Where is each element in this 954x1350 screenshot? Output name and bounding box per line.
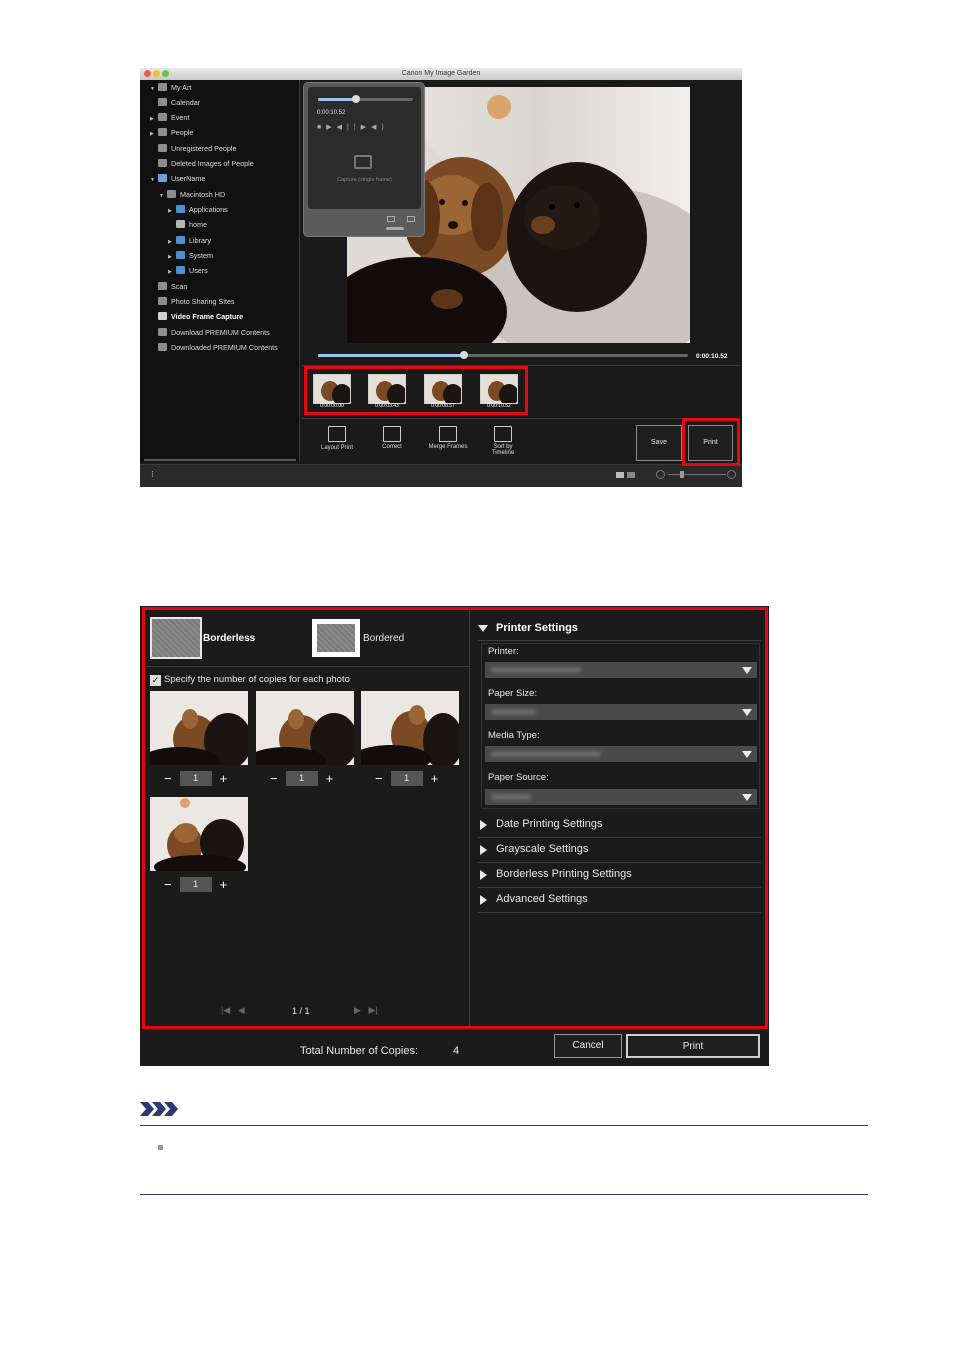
deleted-person-icon — [158, 159, 167, 167]
my-art-icon — [158, 83, 167, 91]
capture-time: 0:00:10.52 — [317, 110, 346, 116]
capture-multi-icon[interactable] — [407, 216, 415, 222]
total-copies-label: Total Number of Copies: — [300, 1045, 418, 1057]
close-window-icon[interactable] — [144, 70, 151, 77]
sidebar-item-unregistered-people[interactable]: Unregistered People — [158, 142, 237, 156]
sidebar-item-system[interactable]: ▶ System — [168, 249, 213, 263]
people-icon — [158, 128, 167, 136]
sidebar-item-video-frame-capture[interactable]: Video Frame Capture — [158, 310, 243, 324]
sidebar-scrollbar[interactable] — [144, 459, 296, 461]
playback-controls: ■▶◀||▶◀) — [317, 123, 389, 131]
sort-timeline-icon — [494, 426, 512, 442]
folder-icon — [176, 205, 185, 213]
sidebar-item-download-premium[interactable]: Download PREMIUM Contents — [158, 326, 270, 340]
zoom-out-icon[interactable] — [656, 470, 665, 479]
dialog-highlight — [142, 607, 768, 1029]
layout-print-button[interactable]: Layout Print — [312, 426, 362, 451]
note-bullet — [158, 1145, 163, 1150]
capture-single-frame-label: Capture (single frame) — [337, 177, 392, 183]
event-icon — [158, 113, 167, 121]
print-button[interactable]: Print — [626, 1034, 760, 1058]
video-seek-bar[interactable] — [318, 351, 688, 359]
sidebar-item-deleted-images[interactable]: Deleted Images of People — [158, 157, 254, 171]
note-icon — [140, 1102, 178, 1116]
correct-button[interactable]: Correct — [367, 426, 417, 450]
sidebar-item-applications[interactable]: ▶ Applications — [168, 203, 228, 217]
status-bar: ⁝ — [140, 464, 742, 487]
folder-icon — [176, 236, 185, 244]
capture-seek-bar[interactable] — [318, 95, 413, 103]
sidebar-item-scan[interactable]: Scan — [158, 280, 187, 294]
sidebar-item-macintosh-hd[interactable]: ▼ Macintosh HD — [159, 188, 225, 202]
window-title: Canon My Image Garden — [401, 70, 481, 77]
hard-drive-icon — [167, 190, 176, 198]
sort-by-timeline-button[interactable]: Sort by Timeline — [478, 426, 528, 456]
correct-icon — [383, 426, 401, 442]
home-icon — [176, 220, 185, 228]
zoom-slider[interactable] — [668, 474, 726, 475]
minimize-window-icon[interactable] — [153, 70, 160, 77]
video-seek-knob[interactable] — [460, 351, 468, 359]
photo-sharing-icon — [158, 297, 167, 305]
capture-panel-inner: 0:00:10.52 ■▶◀||▶◀) Capture (single fram… — [308, 87, 421, 209]
download-icon — [158, 328, 167, 336]
sidebar-item-photo-sharing[interactable]: Photo Sharing Sites — [158, 295, 235, 309]
print-button-highlight — [682, 418, 740, 466]
thumbnails-highlight — [304, 366, 528, 415]
sidebar-item-users[interactable]: ▶ Users — [168, 264, 208, 278]
merge-frames-icon — [439, 426, 457, 442]
step-forward-icon[interactable]: |▶ — [354, 124, 371, 131]
zoom-slider-knob[interactable] — [680, 471, 684, 478]
sidebar-item-home[interactable]: home — [176, 218, 207, 232]
capture-panel: 0:00:10.52 ■▶◀||▶◀) Capture (single fram… — [303, 82, 425, 237]
note-rule-bottom — [140, 1194, 868, 1195]
play-icon[interactable]: ▶ — [326, 124, 336, 131]
video-time: 0:00:10.52 — [696, 353, 728, 360]
camera-icon[interactable] — [354, 155, 372, 169]
panel-handle[interactable] — [386, 227, 404, 230]
video-icon — [158, 312, 167, 320]
divider — [302, 418, 740, 419]
sidebar-item-library[interactable]: ▶ Library — [168, 234, 211, 248]
cancel-button[interactable]: Cancel — [554, 1034, 622, 1058]
view-toggle-icon[interactable] — [627, 472, 635, 478]
merge-frames-button[interactable]: Merge Frames — [423, 426, 473, 450]
sidebar-item-people[interactable]: ▶ People — [150, 126, 193, 140]
scan-icon — [158, 282, 167, 290]
person-icon — [158, 144, 167, 152]
sidebar: ▼ My Art Calendar ▶ Event ▶ People Unregist… — [140, 80, 300, 462]
folder-icon — [176, 266, 185, 274]
stop-icon[interactable]: ■ — [317, 124, 326, 131]
view-toggle-icon[interactable] — [616, 472, 624, 478]
seek-knob[interactable] — [352, 95, 360, 103]
zoom-in-icon[interactable] — [727, 470, 736, 479]
sidebar-item-calendar[interactable]: Calendar — [158, 96, 200, 110]
save-button[interactable]: Save — [636, 425, 682, 461]
note-rule-top — [140, 1125, 868, 1126]
capture-small-icon[interactable] — [387, 216, 395, 222]
total-copies-value: 4 — [453, 1045, 460, 1057]
folder-icon — [176, 251, 185, 259]
sidebar-item-my-art[interactable]: ▼ My Art — [150, 81, 191, 95]
info-icon[interactable]: ⁝ — [151, 469, 154, 480]
zoom-window-icon[interactable] — [162, 70, 169, 77]
step-back-icon[interactable]: ◀| — [337, 124, 354, 131]
sidebar-item-downloaded-premium[interactable]: Downloaded PREMIUM Contents — [158, 341, 278, 355]
calendar-icon — [158, 98, 167, 106]
sidebar-item-username[interactable]: ▼ UserName — [150, 172, 205, 186]
folder-icon — [158, 343, 167, 351]
volume-icon[interactable]: ◀) — [371, 124, 389, 131]
layout-print-icon — [328, 426, 346, 442]
window-titlebar: Canon My Image Garden — [140, 68, 742, 80]
sidebar-item-event[interactable]: ▶ Event — [150, 111, 189, 125]
computer-icon — [158, 174, 167, 182]
